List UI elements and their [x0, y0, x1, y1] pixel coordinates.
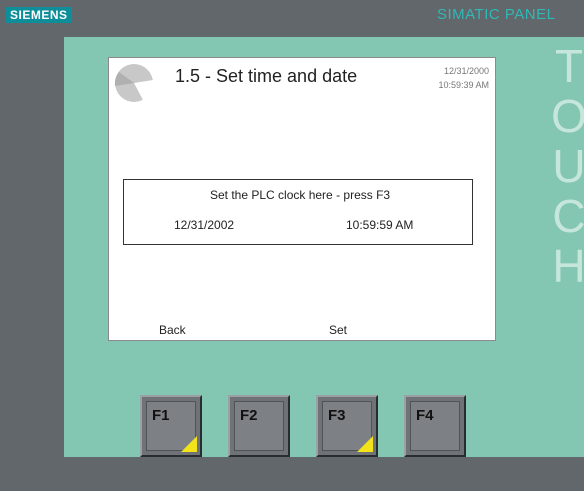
plc-clock-message: Set the PLC clock here - press F3	[210, 188, 391, 202]
touch-label: TOUCH	[543, 40, 584, 290]
header-clock: 12/31/2000 10:59:39 AM	[438, 64, 489, 92]
plc-clock-panel: Set the PLC clock here - press F3 12/31/…	[123, 179, 473, 245]
yellow-led-icon	[357, 436, 373, 452]
f4-label: F4	[416, 407, 434, 424]
header-date: 12/31/2000	[443, 66, 489, 76]
touch-screen[interactable]: 1.5 - Set time and date 12/31/2000 10:59…	[108, 57, 496, 341]
plc-date-field[interactable]: 12/31/2002	[174, 218, 234, 232]
f2-button[interactable]: F2	[228, 395, 290, 457]
product-line-label: SIMATIC PANEL	[437, 6, 556, 23]
f1-label: F1	[152, 407, 170, 424]
f2-label: F2	[240, 407, 258, 424]
pie-logo-icon	[114, 64, 154, 102]
yellow-led-icon	[181, 436, 197, 452]
plc-time-field[interactable]: 10:59:59 AM	[346, 218, 413, 232]
f4-button[interactable]: F4	[404, 395, 466, 457]
f1-button[interactable]: F1	[140, 395, 202, 457]
header-time: 10:59:39 AM	[438, 80, 489, 90]
brand-logo: SIEMENS	[6, 7, 72, 23]
f3-button[interactable]: F3	[316, 395, 378, 457]
f3-label: F3	[328, 407, 346, 424]
softkey-set-label: Set	[329, 323, 348, 337]
softkey-back-label: Back	[159, 323, 186, 337]
hmi-device: SIEMENS SIMATIC PANEL TOUCH 1.5 - Set ti…	[0, 0, 584, 491]
page-title: 1.5 - Set time and date	[175, 66, 358, 86]
